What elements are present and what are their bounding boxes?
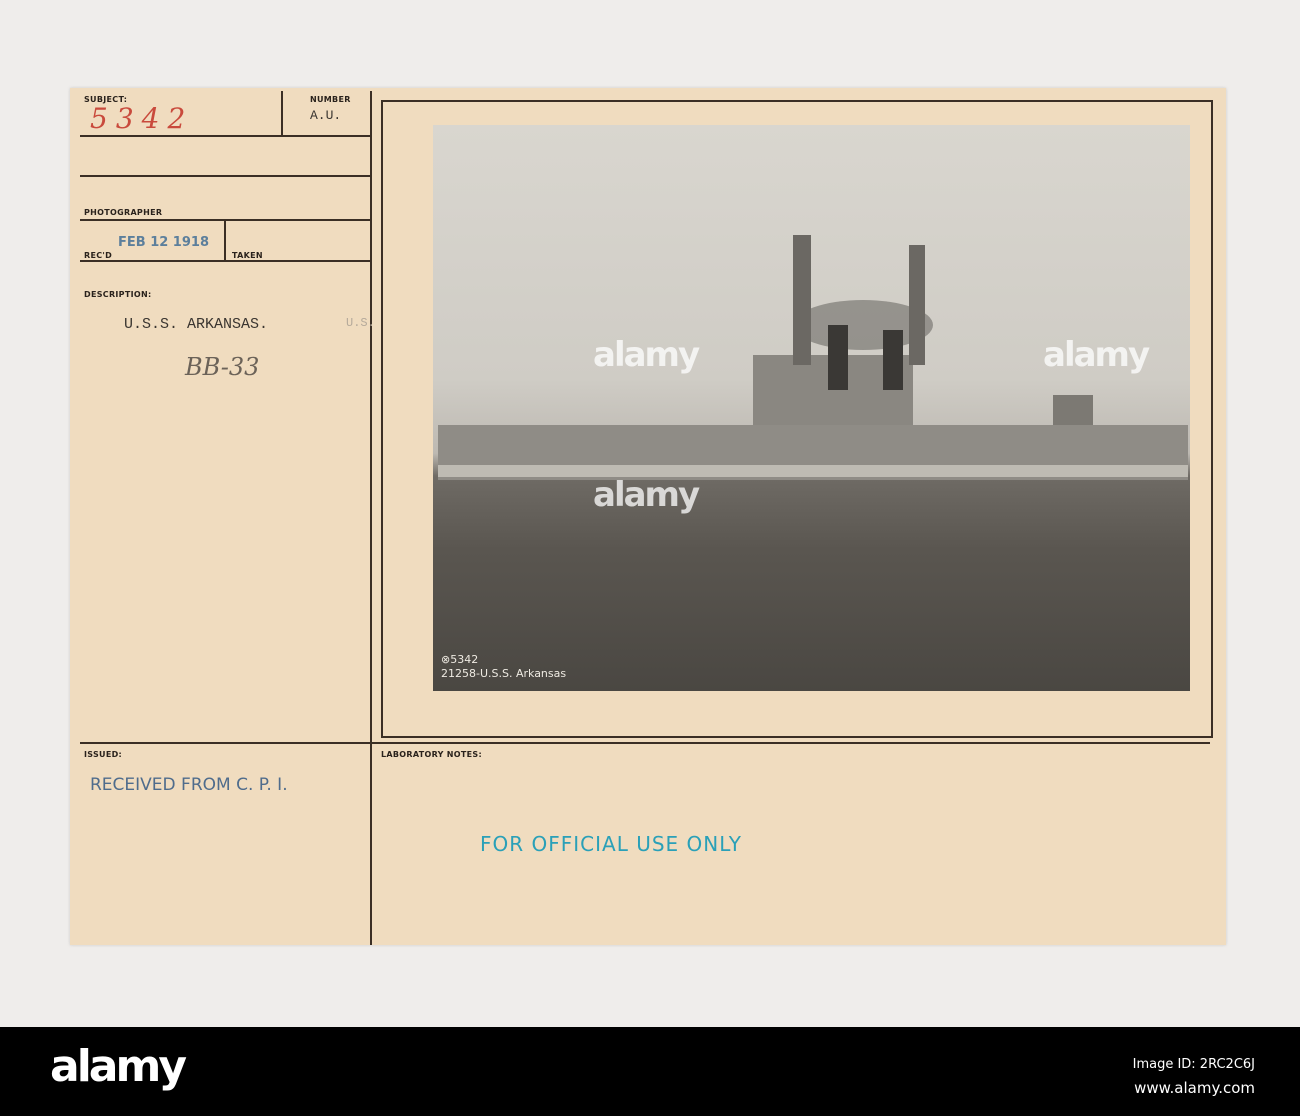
official-use-stamp: FOR OFFICIAL USE ONLY [480,832,742,856]
funnel [883,330,903,390]
hull-number-note: BB-33 [185,353,260,381]
description-value: U.S.S. ARKANSAS. [124,316,269,333]
cage-mast [909,245,925,365]
cage-mast [793,235,811,365]
number-value: A.U. [310,108,342,123]
number-label: NUMBER [310,95,351,104]
photographer-label: PHOTOGRAPHER [84,208,163,217]
footer-bar: alamy Image ID: 2RC2C6J www.alamy.com [0,1027,1300,1116]
battleship-photo: alamy alamy alamy ⊗5342 21258-U.S.S. Ark… [433,125,1190,691]
watermark: alamy [593,335,700,375]
bow-wave [438,465,1188,477]
issued-label: ISSUED: [84,750,123,759]
recd-label: REC'D [84,251,113,260]
description-extra: U.S. [346,316,375,330]
ship-illustration [438,235,1188,480]
divider [281,91,283,135]
divider [80,175,372,177]
caption-line: 21258-U.S.S. Arkansas [441,667,567,680]
watermark: alamy [1043,335,1150,375]
divider [80,260,372,262]
turret [1053,395,1093,425]
divider [80,219,372,221]
caption-line: ⊗5342 [441,653,479,666]
column-divider [370,91,372,945]
taken-label: TAKEN [232,251,263,260]
watermark: alamy [593,475,700,515]
site-url[interactable]: www.alamy.com [1134,1079,1255,1097]
received-date-stamp: FEB 12 1918 [118,235,209,250]
funnel [828,325,848,390]
issued-value: RECEIVED FROM C. P. I. [90,775,288,795]
alamy-logo: alamy [50,1041,187,1092]
divider [224,219,226,261]
section-divider [80,742,1210,744]
photo-caption: ⊗5342 21258-U.S.S. Arkansas [441,653,566,681]
archive-photo-card: SUBJECT: 5342 NUMBER A.U. PHOTOGRAPHER F… [70,88,1226,945]
divider [80,135,372,137]
image-id: Image ID: 2RC2C6J [1132,1057,1255,1072]
description-label: DESCRIPTION: [84,290,152,299]
subject-value: 5342 [90,102,194,135]
lab-notes-label: LABORATORY NOTES: [381,750,482,759]
